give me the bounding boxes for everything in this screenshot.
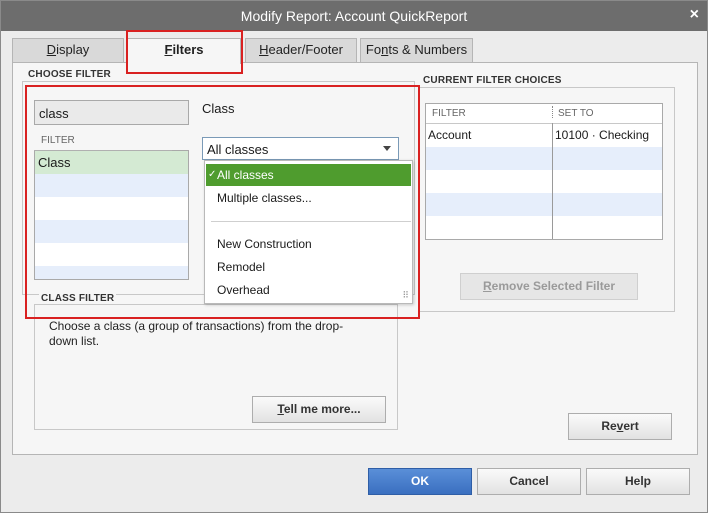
remove-filter-mnemonic: R <box>482 279 492 293</box>
list-item[interactable] <box>35 243 188 266</box>
cell-filter: Account <box>428 128 472 142</box>
list-header-divider <box>34 150 172 151</box>
revert-pre: Re <box>601 419 617 433</box>
choose-filter-label: CHOOSE FILTER <box>28 69 111 80</box>
dropdown-option-remodel[interactable]: Remodel <box>206 256 411 278</box>
help-button[interactable]: Help <box>586 468 690 495</box>
tab-display-mnemonic: D <box>46 42 57 57</box>
table-row[interactable]: Account 10100 · Checking <box>426 124 662 147</box>
list-item[interactable] <box>35 266 188 279</box>
table-row[interactable] <box>426 193 662 216</box>
dropdown-option-new-construction[interactable]: New Construction <box>206 233 411 255</box>
table-row[interactable] <box>426 216 662 239</box>
tab-fonts-numbers-pre: Fo <box>365 42 382 57</box>
chevron-down-icon <box>383 146 391 151</box>
class-dropdown-menu: ✓ All classes Multiple classes... New Co… <box>204 160 413 304</box>
dropdown-option-overhead[interactable]: Overhead <box>206 279 411 301</box>
tab-display[interactable]: Display <box>12 38 124 62</box>
filter-list[interactable]: Class <box>34 150 189 280</box>
tab-header-footer[interactable]: Header/Footer <box>245 38 357 62</box>
tab-display-label: isplay <box>56 42 90 57</box>
tell-me-more-button[interactable]: Tell me more... <box>252 396 386 423</box>
table-row[interactable] <box>426 170 662 193</box>
revert-button[interactable]: Revert <box>568 413 672 440</box>
revert-label: ert <box>623 419 639 433</box>
title-bar: Modify Report: Account QuickReport × <box>1 1 707 31</box>
class-filter-label: CLASS FILTER <box>39 293 117 304</box>
resize-grip-icon[interactable]: ⠿ <box>402 290 409 301</box>
cancel-button[interactable]: Cancel <box>477 468 581 495</box>
remove-selected-filter-button[interactable]: Remove Selected Filter <box>460 273 638 300</box>
tab-fonts-numbers-label: ts & Numbers <box>388 42 468 57</box>
class-label: Class <box>202 101 235 116</box>
list-item[interactable] <box>35 220 188 243</box>
tab-header-footer-label: eader/Footer <box>268 42 343 57</box>
close-icon[interactable]: × <box>690 6 699 24</box>
list-item[interactable]: Class <box>35 151 188 174</box>
cell-set-to: 10100 · Checking <box>555 128 650 142</box>
column-divider <box>552 123 553 239</box>
modify-report-dialog: Modify Report: Account QuickReport × Dis… <box>0 0 708 513</box>
filter-search-input[interactable]: class <box>34 100 189 125</box>
class-filter-description: Choose a class (a group of transactions)… <box>49 319 344 348</box>
remove-filter-label: emove Selected Filter <box>491 279 616 293</box>
dropdown-option-all-classes[interactable]: ✓ All classes <box>206 164 411 186</box>
class-select[interactable]: All classes <box>202 137 399 160</box>
ok-button[interactable]: OK <box>368 468 472 495</box>
tab-filters-label: ilters <box>172 42 204 57</box>
dropdown-divider <box>211 221 411 222</box>
tab-fonts-numbers[interactable]: Fonts & Numbers <box>360 38 473 62</box>
list-item[interactable] <box>35 174 188 197</box>
tell-me-more-label: ell me more... <box>283 402 361 416</box>
column-header-filter: FILTER <box>432 108 466 119</box>
column-header-set-to: SET TO <box>558 108 594 119</box>
class-select-value: All classes <box>207 142 269 157</box>
tab-filters[interactable]: Filters <box>127 38 241 64</box>
current-filter-choices-label: CURRENT FILTER CHOICES <box>423 75 562 86</box>
check-icon: ✓ <box>208 169 217 180</box>
current-filters-table: FILTER SET TO Account 10100 · Checking <box>425 103 663 240</box>
window-title: Modify Report: Account QuickReport <box>240 8 468 24</box>
dropdown-option-multiple-classes[interactable]: Multiple classes... <box>206 187 411 209</box>
table-row[interactable] <box>426 147 662 170</box>
list-item[interactable] <box>35 197 188 220</box>
column-resize-handle[interactable] <box>552 106 554 118</box>
dropdown-option-label: All classes <box>217 168 274 182</box>
filter-list-header: FILTER <box>41 135 75 146</box>
